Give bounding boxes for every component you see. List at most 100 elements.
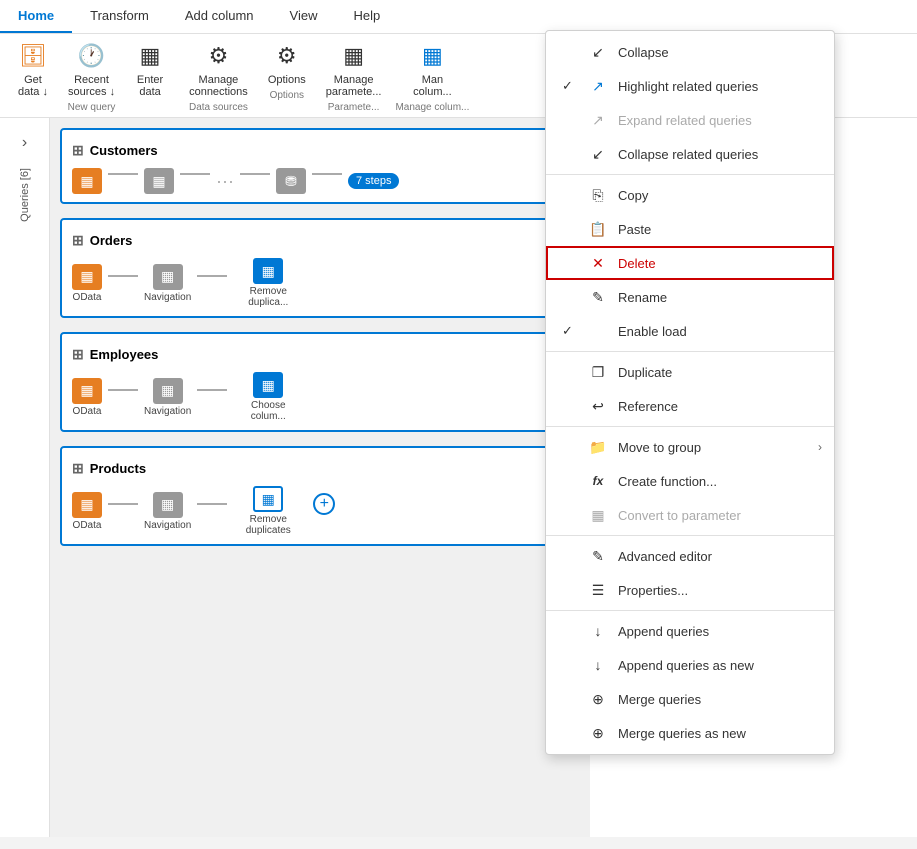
products-add-btn[interactable]: + <box>313 493 335 515</box>
paste-label: Paste <box>618 222 651 237</box>
properties-label: Properties... <box>618 583 688 598</box>
enable-load-label: Enable load <box>618 324 687 339</box>
merge-new-label: Merge queries as new <box>618 726 746 741</box>
orders-remove-icon: ▦ <box>253 258 283 284</box>
menu-item-create-function[interactable]: fx Create function... <box>546 464 834 498</box>
customers-table-icon: ⊞ <box>72 142 84 159</box>
menu-item-merge-queries-new[interactable]: ⊕ Merge queries as new <box>546 716 834 750</box>
menu-item-move-to-group[interactable]: 📁 Move to group › <box>546 430 834 464</box>
queries-sidebar-label: Queries [6] <box>19 168 31 222</box>
get-data-label: Getdata ↓ <box>18 74 48 98</box>
menu-item-copy[interactable]: ⎘ Copy <box>546 178 834 212</box>
employees-name: Employees <box>90 347 159 362</box>
menu-item-collapse-related[interactable]: ↙ Collapse related queries <box>546 137 834 171</box>
duplicate-icon: ❐ <box>588 362 608 382</box>
append-label: Append queries <box>618 624 709 639</box>
orders-remove-node: ▦ Remove duplica... <box>233 258 303 308</box>
sidebar: › Queries [6] <box>0 118 50 837</box>
manage-columns-label: Mancolum... <box>413 74 452 98</box>
menu-item-collapse[interactable]: ↙ Collapse <box>546 35 834 69</box>
options-label: Options <box>268 74 306 86</box>
products-odata-node: ▦ OData <box>72 492 102 531</box>
get-data-icon: 🗄 <box>17 40 49 72</box>
employees-nav-icon: ▦ <box>153 378 183 404</box>
recent-sources-button[interactable]: 🕐 Recentsources ↓ <box>62 38 121 100</box>
menu-item-append-queries[interactable]: ↓ Append queries <box>546 614 834 648</box>
query-card-customers: ⊞ Customers ⋮ ▦ ▦ ··· ⛃ <box>60 128 580 204</box>
delete-label: Delete <box>618 256 656 271</box>
customers-name: Customers <box>90 143 158 158</box>
sidebar-toggle[interactable]: › <box>16 128 33 158</box>
menu-item-highlight-related[interactable]: ✓ ↗ Highlight related queries <box>546 69 834 103</box>
orders-nav-label: Navigation <box>144 292 191 303</box>
tab-view[interactable]: View <box>272 0 336 33</box>
menu-item-properties[interactable]: ☰ Properties... <box>546 573 834 607</box>
collapse-label: Collapse <box>618 45 669 60</box>
orders-title: ⊞ Orders <box>72 232 132 249</box>
products-nav-node: ▦ Navigation <box>144 492 191 531</box>
options-button[interactable]: ⚙ Options <box>262 38 312 88</box>
products-table-icon: ⊞ <box>72 460 84 477</box>
options-group-label: Options <box>262 90 312 101</box>
customers-header: ⊞ Customers ⋮ <box>72 138 568 162</box>
adv-editor-label: Advanced editor <box>618 549 712 564</box>
manage-columns-button[interactable]: ▦ Mancolum... <box>407 38 458 100</box>
products-header: ⊞ Products ⋮ <box>72 456 568 480</box>
products-nav-label: Navigation <box>144 520 191 531</box>
customers-connector-3 <box>240 173 270 175</box>
manage-columns-group-label: Manage colum... <box>395 102 469 113</box>
ribbon-group-parameters: ▦ Manageparamete... Paramete... <box>320 38 388 113</box>
move-group-icon: 📁 <box>588 437 608 457</box>
reference-label: Reference <box>618 399 678 414</box>
products-connector-1 <box>108 503 138 505</box>
employees-odata-icon: ▦ <box>72 378 102 404</box>
query-card-orders: ⊞ Orders ⋮ ▦ OData ▦ Navigation ▦ Re <box>60 218 580 318</box>
menu-item-delete[interactable]: ✕ Delete <box>546 246 834 280</box>
tab-transform[interactable]: Transform <box>72 0 167 33</box>
context-menu: ↙ Collapse ✓ ↗ Highlight related queries… <box>545 30 835 755</box>
menu-item-advanced-editor[interactable]: ✎ Advanced editor <box>546 539 834 573</box>
expand-icon: ↗ <box>588 110 608 130</box>
employees-choose-label: Choose colum... <box>233 400 303 422</box>
manage-connections-button[interactable]: ⚙ Manageconnections <box>183 38 254 100</box>
employees-odata-node: ▦ OData <box>72 378 102 417</box>
orders-table-icon: ⊞ <box>72 232 84 249</box>
manage-parameters-label: Manageparamete... <box>326 74 382 98</box>
merge-label: Merge queries <box>618 692 701 707</box>
manage-connections-label: Manageconnections <box>189 74 248 98</box>
enter-data-button[interactable]: ▦ Enterdata <box>125 38 175 100</box>
tab-help[interactable]: Help <box>335 0 398 33</box>
ribbon-group-options: ⚙ Options Options <box>262 38 312 101</box>
reference-icon: ↩ <box>588 396 608 416</box>
query-card-employees: ⊞ Employees ⋮ ▦ OData ▦ Navigation ▦ <box>60 332 580 432</box>
customers-filter-icon-node: ⛃ <box>276 168 306 194</box>
menu-item-rename[interactable]: ✎ Rename <box>546 280 834 314</box>
tab-home[interactable]: Home <box>0 0 72 33</box>
enter-data-label: Enterdata <box>137 74 163 98</box>
tab-add-column[interactable]: Add column <box>167 0 272 33</box>
convert-param-label: Convert to parameter <box>618 508 741 523</box>
create-func-label: Create function... <box>618 474 717 489</box>
employees-nav-node: ▦ Navigation <box>144 378 191 417</box>
enter-data-icon: ▦ <box>134 40 166 72</box>
customers-step-node: ▦ <box>72 168 102 194</box>
manage-parameters-button[interactable]: ▦ Manageparamete... <box>320 38 388 100</box>
employees-header: ⊞ Employees ⋮ <box>72 342 568 366</box>
ribbon-group-manage-columns: ▦ Mancolum... Manage colum... <box>395 38 469 113</box>
menu-item-paste[interactable]: 📋 Paste <box>546 212 834 246</box>
recent-sources-icon: 🕐 <box>76 40 108 72</box>
move-group-arrow: › <box>818 440 822 454</box>
collapse-related-label: Collapse related queries <box>618 147 758 162</box>
menu-item-duplicate[interactable]: ❐ Duplicate <box>546 355 834 389</box>
menu-item-reference[interactable]: ↩ Reference <box>546 389 834 423</box>
menu-item-merge-queries[interactable]: ⊕ Merge queries <box>546 682 834 716</box>
highlight-label: Highlight related queries <box>618 79 758 94</box>
menu-item-append-queries-new[interactable]: ↓ Append queries as new <box>546 648 834 682</box>
products-name: Products <box>90 461 146 476</box>
get-data-button[interactable]: 🗄 Getdata ↓ <box>8 38 58 100</box>
menu-item-enable-load[interactable]: ✓ Enable load <box>546 314 834 348</box>
duplicate-label: Duplicate <box>618 365 672 380</box>
data-sources-group-label: Data sources <box>183 102 254 113</box>
enable-load-icon <box>588 321 608 341</box>
employees-choose-node: ▦ Choose colum... <box>233 372 303 422</box>
